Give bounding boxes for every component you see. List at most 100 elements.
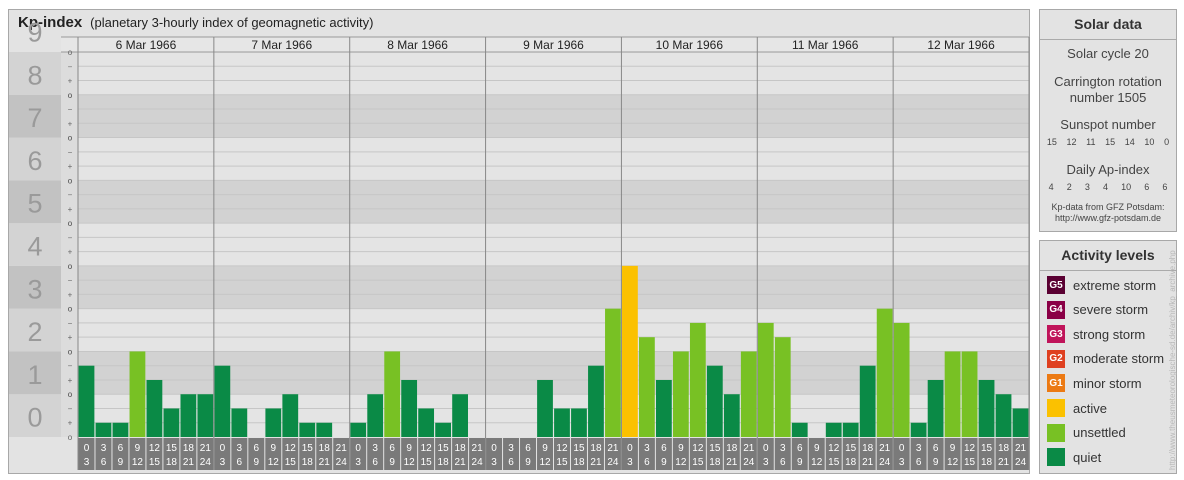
kp-bar	[978, 379, 995, 437]
legend-label: quiet	[1073, 449, 1102, 465]
kp-bar	[265, 408, 282, 437]
sunspot-value: 15	[1105, 137, 1116, 147]
y-tick-label: 1	[27, 360, 42, 390]
day-label: 8 Mar 1966	[387, 38, 448, 52]
legend-item: G5 extreme storm	[1047, 275, 1156, 295]
legend-item: G2 moderate storm	[1047, 349, 1164, 369]
interval-start-label: 21	[743, 443, 755, 454]
kp-bar	[1012, 408, 1029, 437]
kp-bar	[622, 265, 638, 437]
y-subtick-label: −	[68, 105, 73, 114]
y-subtick-label: o	[68, 305, 73, 314]
interval-end-label: 6	[508, 457, 514, 468]
interval-end-label: 3	[899, 457, 905, 468]
legend-label: moderate storm	[1073, 351, 1165, 367]
interval-start-label: 9	[542, 443, 548, 454]
interval-start-label: 12	[421, 443, 433, 454]
interval-end-label: 15	[556, 457, 568, 468]
interval-end-label: 24	[1015, 457, 1027, 468]
watermark-url: http://www.theusmeteorologische-sd.de/ar…	[1168, 250, 1177, 470]
legend-label: severe storm	[1073, 302, 1149, 318]
y-subtick-label: o	[68, 347, 73, 356]
interval-start-label: 0	[84, 443, 90, 454]
interval-end-label: 15	[692, 457, 704, 468]
sunspot-number-label: Sunspot number	[1060, 117, 1156, 132]
day-label: 6 Mar 1966	[116, 38, 177, 52]
legend-label: active	[1073, 400, 1107, 416]
interval-end-label: 9	[933, 457, 939, 468]
interval-start-label: 0	[355, 443, 361, 454]
interval-end-label: 18	[981, 457, 993, 468]
interval-start-label: 0	[491, 443, 497, 454]
interval-start-label: 12	[556, 443, 568, 454]
interval-end-label: 18	[709, 457, 721, 468]
legend-swatch: G3	[1047, 325, 1065, 344]
ap-value: 3	[1084, 182, 1090, 192]
y-subtick-label: −	[68, 362, 73, 371]
activity-levels-panel: Activity levels G5 extreme storm G4 severe …	[1039, 240, 1177, 474]
kp-bar	[78, 365, 95, 437]
kp-bar	[214, 365, 231, 437]
interval-start-label: 21	[200, 443, 212, 454]
legend-label: unsettled	[1073, 425, 1126, 441]
y-subtick-label: −	[68, 191, 73, 200]
interval-end-label: 9	[254, 457, 260, 468]
kp-bar	[723, 394, 740, 437]
kp-bar	[180, 394, 197, 437]
interval-start-label: 0	[763, 443, 769, 454]
sunspot-value: 10	[1144, 137, 1155, 147]
interval-end-label: 9	[118, 457, 124, 468]
y-subtick-label: o	[68, 262, 73, 271]
data-source-link[interactable]: http://www.gfz-potsdam.de	[1040, 213, 1176, 223]
plot-band	[78, 180, 1029, 224]
kp-bar	[639, 337, 655, 437]
legend-swatch	[1047, 448, 1065, 467]
y-subtick-label: +	[68, 119, 73, 128]
legend-item: unsettled	[1047, 423, 1126, 443]
interval-end-label: 6	[780, 457, 786, 468]
legend-swatch: G5	[1047, 276, 1065, 294]
legend-swatch: G1	[1047, 374, 1065, 393]
interval-start-label: 12	[964, 443, 976, 454]
ap-value: 2	[1066, 182, 1072, 192]
kp-bar	[757, 322, 774, 437]
y-subtick-label: +	[68, 419, 73, 428]
interval-start-label: 18	[319, 443, 331, 454]
interval-end-label: 24	[743, 457, 755, 468]
y-subtick-label: −	[68, 148, 73, 157]
legend-label: strong storm	[1073, 326, 1146, 342]
y-subtick-label: o	[68, 91, 73, 100]
y-subtick-label: o	[68, 390, 73, 399]
interval-end-label: 15	[285, 457, 297, 468]
kp-bar	[350, 422, 367, 437]
interval-start-label: 6	[254, 443, 260, 454]
kp-bar-chart: 0123456789o+−oo+−oo+−oo+−oo+−oo+−oo+−oo+…	[9, 18, 1030, 470]
kp-bar	[893, 322, 910, 437]
interval-start-label: 9	[271, 443, 277, 454]
y-subtick-label: +	[68, 333, 73, 342]
y-tick-label: 3	[27, 274, 42, 304]
interval-start-label: 12	[692, 443, 704, 454]
interval-start-label: 18	[455, 443, 467, 454]
plot-band	[78, 52, 1029, 95]
kp-bar	[418, 408, 435, 437]
interval-end-label: 21	[590, 457, 602, 468]
interval-start-label: 18	[183, 443, 195, 454]
y-subtick-label: −	[68, 319, 73, 328]
y-subtick-label: +	[68, 77, 73, 86]
legend-swatch: G4	[1047, 300, 1065, 319]
interval-end-label: 18	[302, 457, 314, 468]
legend-item: G1 minor storm	[1047, 373, 1142, 393]
interval-start-label: 6	[797, 443, 803, 454]
interval-end-label: 9	[661, 457, 667, 468]
interval-start-label: 3	[644, 443, 650, 454]
ap-value: 10	[1121, 182, 1132, 192]
interval-end-label: 6	[916, 457, 922, 468]
ap-values: 4 2 3 4 10 6 6	[1042, 182, 1174, 192]
sunspot-value: 15	[1046, 137, 1057, 147]
interval-start-label: 12	[828, 443, 840, 454]
solar-data-heading: Solar data	[1040, 10, 1176, 40]
interval-start-label: 6	[118, 443, 124, 454]
interval-start-label: 21	[1015, 443, 1027, 454]
interval-end-label: 24	[200, 457, 212, 468]
